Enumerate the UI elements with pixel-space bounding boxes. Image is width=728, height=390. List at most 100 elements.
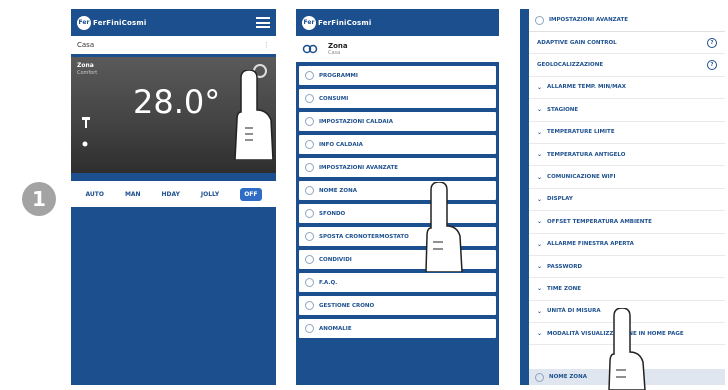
tap-hand-icon: [234, 70, 274, 160]
mode-off-button[interactable]: OFF: [240, 187, 262, 201]
setting-label: ALLARME TEMP. MIN/MAX: [547, 84, 627, 91]
hamburger-menu-icon[interactable]: [256, 17, 270, 28]
chevron-down-icon: ⌄: [537, 218, 543, 226]
advanced-setting-row[interactable]: ⌄ ALLARME TEMP. MIN/MAX: [529, 77, 725, 100]
temperature-readout: 28.0°: [133, 83, 221, 121]
chevron-circle-icon: [535, 372, 544, 382]
menu-item-label: SPOSTA CRONOTERMOSTATO: [319, 233, 409, 240]
menu-item-info-caldaia[interactable]: INFO CALDAIA: [299, 135, 496, 154]
menu-item-label: CONSUMI: [319, 95, 349, 102]
advanced-setting-row[interactable]: ⌄ TEMPERATURA ANTIGELO: [529, 144, 725, 167]
row-label-group: ⌄ OFFSET TEMPERATURA AMBIENTE: [537, 218, 652, 225]
advanced-settings-header[interactable]: IMPOSTAZIONI AVANZATE: [529, 9, 725, 32]
menu-item-consumi[interactable]: CONSUMI: [299, 89, 496, 108]
advanced-setting-row[interactable]: ⌄ DISPLAY: [529, 189, 725, 212]
mode-auto-button[interactable]: AUTO: [85, 191, 104, 198]
brand-name: FerFiniCosmi: [93, 18, 147, 27]
advanced-setting-row[interactable]: ⌄ TEMPERATURE LIMITE: [529, 122, 725, 144]
setting-label: UNITÀ DI MISURA: [547, 308, 601, 315]
row-label-group: ADAPTIVE GAIN CONTROL: [537, 40, 617, 46]
app-header: Fer FerFiniCosmi: [296, 9, 499, 36]
tap-hand-icon: [425, 182, 463, 272]
advanced-setting-row[interactable]: ⌄ OFFSET TEMPERATURA AMBIENTE: [529, 211, 725, 234]
setting-label: OFFSET TEMPERATURA AMBIENTE: [547, 218, 652, 225]
home-selector[interactable]: Casa ⋮: [71, 36, 276, 54]
chevron-down-icon: ⌄: [537, 330, 543, 338]
setting-label: STAGIONE: [547, 106, 579, 113]
info-icon[interactable]: ?: [707, 60, 717, 71]
chevron-circle-icon: [305, 71, 314, 80]
settings-sliders-icon[interactable]: [302, 41, 318, 57]
menu-item-label: IMPOSTAZIONI CALDAIA: [319, 118, 393, 125]
advanced-setting-row[interactable]: ⌄ COMUNICAZIONE WIFI: [529, 166, 725, 189]
chevron-circle-icon: [305, 232, 314, 241]
row-label-group: GEOLOCALIZZAZIONE: [537, 62, 603, 68]
chevron-circle-icon: [305, 255, 314, 264]
menu-item-gestione-crono[interactable]: GESTIONE CRONO: [299, 296, 496, 315]
row-label-group: ⌄ STAGIONE: [537, 106, 578, 113]
menu-item-label: F.A.Q.: [319, 279, 338, 286]
chevron-circle-icon: [305, 140, 314, 149]
chevron-circle-icon: [305, 186, 314, 195]
setting-label: COMUNICAZIONE WIFI: [547, 174, 616, 181]
zone-status: Comfort: [77, 70, 98, 76]
row-label-group: ⌄ TEMPERATURA ANTIGELO: [537, 151, 625, 158]
chevron-down-icon: ⌄: [537, 285, 543, 293]
chevron-circle-icon: [535, 15, 544, 25]
chevron-down-icon: ⌄: [537, 195, 543, 203]
advanced-setting-row[interactable]: ⌄ ALLARME FINESTRA APERTA: [529, 234, 725, 256]
chevron-circle-icon: [305, 324, 314, 333]
menu-item-nome-zona[interactable]: NOME ZONA: [299, 181, 496, 200]
info-icon[interactable]: ?: [707, 37, 717, 48]
zone-subtitle: Casa: [328, 50, 341, 56]
radiator-icon: [82, 117, 90, 128]
app-header: Fer FerFiniCosmi: [71, 9, 276, 36]
menu-item-sfondo[interactable]: SFONDO: [299, 204, 496, 223]
row-label-group: ⌄ PASSWORD: [537, 263, 582, 270]
chevron-down-icon: ⌄: [537, 307, 543, 315]
chevron-down-icon: ⌄: [537, 83, 543, 91]
mode-selector: AUTO MAN HDAY JOLLY OFF: [71, 181, 276, 207]
advanced-setting-row[interactable]: ⌄ TIME ZONE: [529, 278, 725, 301]
chevron-down-icon: ⌄: [537, 240, 543, 248]
menu-item-condividi[interactable]: CONDIVIDI: [299, 250, 496, 269]
menu-item-programmi[interactable]: PROGRAMMI: [299, 66, 496, 85]
tap-hand-icon: [608, 308, 646, 390]
zone-header-bar: Zona Casa: [296, 36, 499, 62]
setting-label: PASSWORD: [547, 263, 583, 270]
row-label-group: ⌄ DISPLAY: [537, 196, 573, 203]
advanced-setting-row[interactable]: ⌄ STAGIONE: [529, 99, 725, 122]
menu-item-label: INFO CALDAIA: [319, 141, 363, 148]
menu-item-anomalie[interactable]: ANOMALIE: [299, 319, 496, 338]
menu-item-label: GESTIONE CRONO: [319, 302, 375, 309]
chevron-circle-icon: [305, 163, 314, 172]
logo-mark-icon: Fer: [302, 15, 316, 30]
advanced-setting-row[interactable]: GEOLOCALIZZAZIONE?: [529, 54, 725, 77]
menu-item-impostazioni-avanzate[interactable]: IMPOSTAZIONI AVANZATE: [299, 158, 496, 177]
chevron-circle-icon: [305, 117, 314, 126]
menu-item-faq[interactable]: F.A.Q.: [299, 273, 496, 292]
zone-name: Zona: [77, 62, 94, 69]
menu-item-label: NOME ZONA: [549, 374, 587, 380]
mode-jolly-button[interactable]: JOLLY: [201, 191, 219, 198]
mode-hday-button[interactable]: HDAY: [162, 191, 180, 198]
menu-item-label: SFONDO: [319, 210, 346, 217]
more-vertical-icon[interactable]: ⋮: [263, 41, 270, 49]
mode-man-button[interactable]: MAN: [125, 191, 141, 198]
menu-item-label: NOME ZONA: [319, 187, 357, 194]
setting-label: ADAPTIVE GAIN CONTROL: [537, 39, 617, 46]
row-label-group: ⌄ UNITÀ DI MISURA: [537, 308, 601, 315]
zone-menu-list: PROGRAMMI CONSUMI IMPOSTAZIONI CALDAIA I…: [296, 62, 499, 338]
brand-logo: Fer FerFiniCosmi: [77, 15, 147, 30]
advanced-setting-row[interactable]: ADAPTIVE GAIN CONTROL?: [529, 32, 725, 55]
chevron-down-icon: ⌄: [537, 173, 543, 181]
setting-label: DISPLAY: [547, 196, 573, 203]
menu-item-sposta-cronotermostato[interactable]: SPOSTA CRONOTERMOSTATO: [299, 227, 496, 246]
row-label-group: ⌄ ALLARME TEMP. MIN/MAX: [537, 84, 626, 91]
home-name: Casa: [77, 41, 95, 49]
advanced-setting-row[interactable]: ⌄ PASSWORD: [529, 256, 725, 279]
menu-item-label: ANOMALIE: [319, 325, 352, 332]
chevron-circle-icon: [305, 301, 314, 310]
menu-item-label: IMPOSTAZIONI AVANZATE: [319, 164, 398, 171]
menu-item-impostazioni-caldaia[interactable]: IMPOSTAZIONI CALDAIA: [299, 112, 496, 131]
